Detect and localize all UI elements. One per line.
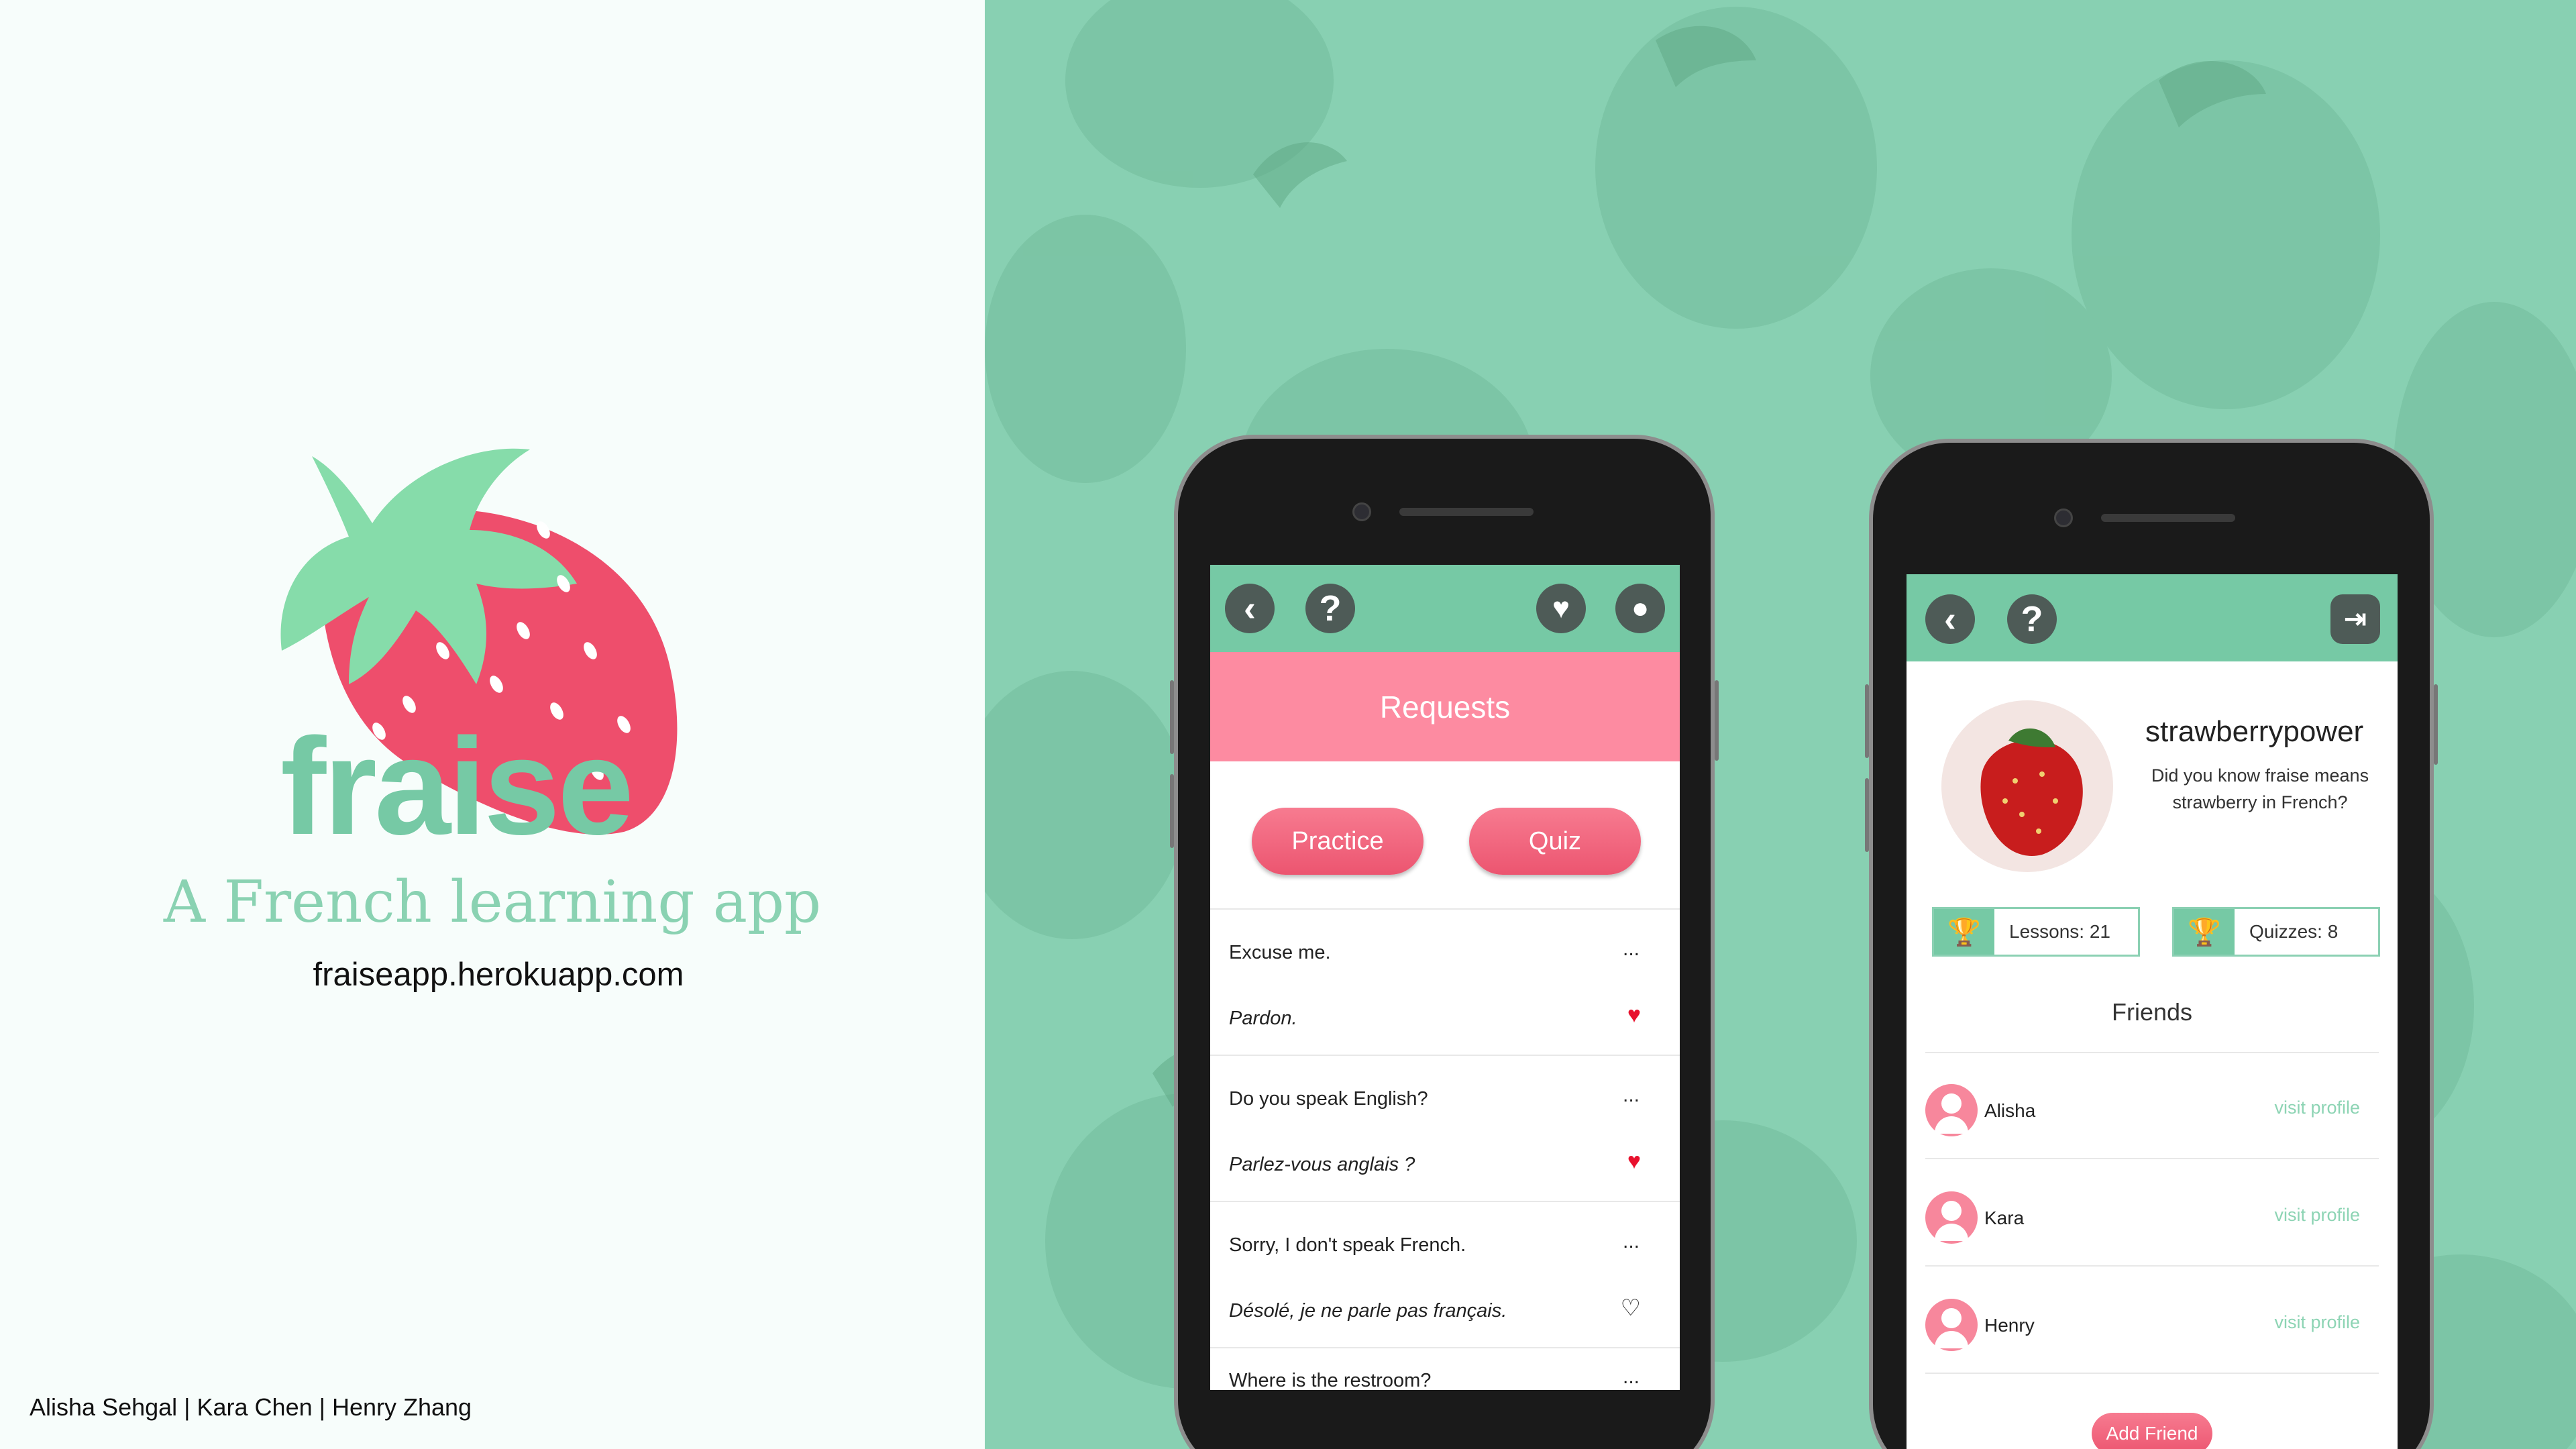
friend-row: Henry visit profile xyxy=(1925,1299,2379,1352)
divider xyxy=(1925,1265,2379,1267)
phrase-en: Where is the restroom? xyxy=(1229,1370,1432,1390)
back-icon[interactable]: ‹ xyxy=(1925,594,1975,644)
divider xyxy=(1210,1055,1680,1056)
top-nav: ‹ ? ⇥ xyxy=(1907,574,2398,661)
trophy-icon: 🏆 xyxy=(1934,909,1994,955)
avatar xyxy=(1941,700,2113,872)
visit-profile-link[interactable]: visit profile xyxy=(2274,1205,2360,1226)
phrase-fr: Désolé, je ne parle pas français. xyxy=(1229,1300,1507,1322)
friend-name: Kara xyxy=(1984,1208,2025,1228)
phone-requests: ‹ ? ♥ ● Requests Practice Quiz Excuse me… xyxy=(1170,435,1719,1449)
friend-name: Alisha xyxy=(1984,1100,2036,1121)
visit-profile-link[interactable]: visit profile xyxy=(2274,1312,2360,1333)
friend-row: Alisha visit profile xyxy=(1925,1084,2379,1138)
friend-row: Kara visit profile xyxy=(1925,1191,2379,1245)
power-button xyxy=(2434,684,2438,765)
divider xyxy=(1210,1347,1680,1348)
speaker-grille xyxy=(2101,514,2235,522)
phrase-en: Sorry, I don't speak French. xyxy=(1229,1234,1466,1256)
quiz-button[interactable]: Quiz xyxy=(1469,808,1641,875)
phrase-en: Excuse me. xyxy=(1229,942,1331,963)
divider xyxy=(1925,1052,2379,1053)
logo-wordmark: fraise xyxy=(280,710,634,863)
friends-heading: Friends xyxy=(2111,998,2193,1026)
divider xyxy=(1925,1373,2379,1374)
page-title: Requests xyxy=(1210,652,1680,761)
favorite-heart-outline-icon[interactable]: ♡ xyxy=(1621,1295,1641,1322)
help-icon[interactable]: ? xyxy=(1305,584,1355,633)
credits: Alisha Sehgal | Kara Chen | Henry Zhang xyxy=(30,1393,472,1421)
visit-profile-link[interactable]: visit profile xyxy=(2274,1097,2360,1118)
divider xyxy=(1925,1158,2379,1159)
add-friend-button[interactable]: Add Friend xyxy=(2092,1413,2212,1449)
practice-button[interactable]: Practice xyxy=(1252,808,1424,875)
more-options-icon[interactable]: ... xyxy=(1623,1230,1640,1253)
phrase-fr: Pardon. xyxy=(1229,1008,1297,1029)
showcase-panel: ‹ ? ♥ ● Requests Practice Quiz Excuse me… xyxy=(985,0,2576,1449)
volume-button xyxy=(1865,684,1869,758)
favorite-heart-icon[interactable]: ♥ xyxy=(1627,1002,1641,1028)
divider xyxy=(1210,908,1680,910)
speaker-grille xyxy=(1399,508,1534,516)
friend-avatar-icon xyxy=(1925,1191,1978,1244)
more-options-icon[interactable]: ... xyxy=(1623,1366,1640,1389)
volume-button xyxy=(1170,680,1174,754)
app-url[interactable]: fraiseapp.herokuapp.com xyxy=(0,956,997,994)
power-button xyxy=(1715,680,1719,761)
requests-screen: ‹ ? ♥ ● Requests Practice Quiz Excuse me… xyxy=(1210,565,1680,1390)
help-icon[interactable]: ? xyxy=(2007,594,2057,644)
volume-button xyxy=(1170,774,1174,848)
quizzes-stat: 🏆 Quizzes: 8 xyxy=(2172,907,2380,957)
quizzes-count: Quizzes: 8 xyxy=(2249,921,2339,942)
favorite-heart-icon[interactable]: ♥ xyxy=(1627,1148,1641,1175)
bio: Did you know fraise means strawberry in … xyxy=(2151,765,2369,812)
more-options-icon[interactable]: ... xyxy=(1623,1084,1640,1107)
divider xyxy=(1210,1201,1680,1202)
lessons-count: Lessons: 21 xyxy=(2009,921,2110,942)
username: strawberrypower xyxy=(2145,715,2364,748)
camera-icon xyxy=(1352,502,1371,521)
phrase-en: Do you speak English? xyxy=(1229,1088,1428,1110)
friend-name: Henry xyxy=(1984,1315,2035,1336)
trophy-icon: 🏆 xyxy=(2174,909,2235,955)
profile-icon[interactable]: ● xyxy=(1615,584,1665,633)
friend-avatar-icon xyxy=(1925,1084,1978,1136)
profile-screen: ‹ ? ⇥ strawberrypower Did you know frais… xyxy=(1907,574,2398,1449)
title-panel: fraise A French learning app fraiseapp.h… xyxy=(0,0,985,1449)
camera-icon xyxy=(2054,508,2073,527)
more-options-icon[interactable]: ... xyxy=(1623,938,1640,961)
phone-profile: ‹ ? ⇥ strawberrypower Did you know frais… xyxy=(1865,439,2438,1449)
top-nav: ‹ ? ♥ ● xyxy=(1210,565,1680,652)
back-icon[interactable]: ‹ xyxy=(1225,584,1275,633)
lessons-stat: 🏆 Lessons: 21 xyxy=(1932,907,2140,957)
friend-avatar-icon xyxy=(1925,1299,1978,1351)
phrase-fr: Parlez-vous anglais ? xyxy=(1229,1154,1415,1175)
heart-icon[interactable]: ♥ xyxy=(1536,584,1586,633)
volume-button xyxy=(1865,778,1869,852)
logout-icon[interactable]: ⇥ xyxy=(2330,594,2380,644)
tagline: A French learning app xyxy=(163,869,822,936)
